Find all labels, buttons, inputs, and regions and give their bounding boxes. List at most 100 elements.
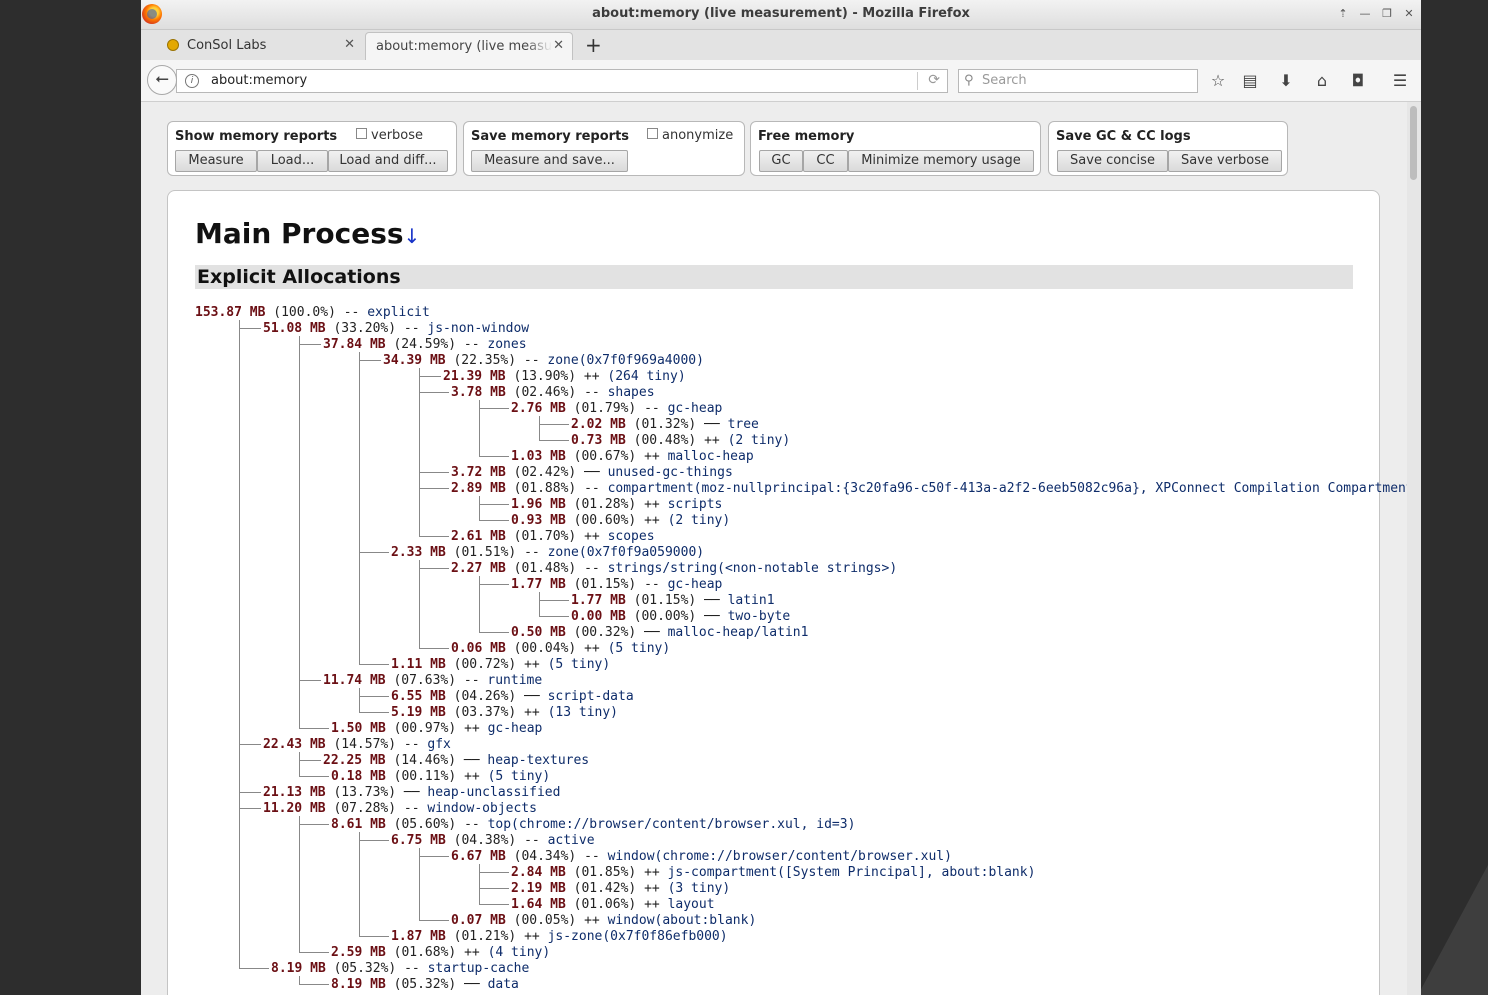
downloads-icon[interactable]: ⬇ (1275, 70, 1297, 92)
tree-row[interactable]: 0.93 MB (00.60%) ++ (2 tiny) (511, 513, 730, 529)
row-toggle[interactable]: -- (584, 481, 607, 496)
tree-row[interactable]: 22.43 MB (14.57%) -- gfx (263, 737, 451, 753)
measure-and-save-button[interactable]: Measure and save... (471, 150, 628, 172)
tree-row[interactable]: 1.96 MB (01.28%) ++ scripts (511, 497, 722, 513)
minimize-icon[interactable]: — (1357, 6, 1373, 22)
tab-about-memory[interactable]: about:memory (live measurement) ✕ (365, 32, 573, 60)
tree-row[interactable]: 1.64 MB (01.06%) ++ layout (511, 897, 715, 913)
row-toggle[interactable]: ++ (644, 897, 667, 912)
tree-row[interactable]: 11.74 MB (07.63%) -- runtime (323, 673, 542, 689)
tree-row[interactable]: 8.19 MB (05.32%) -- startup-cache (271, 961, 529, 977)
tree-row[interactable]: 3.72 MB (02.42%) ── unused-gc-things (451, 465, 733, 481)
row-toggle[interactable]: ++ (584, 913, 607, 928)
tree-row[interactable]: 2.89 MB (01.88%) -- compartment(moz-null… (451, 481, 1407, 497)
tab-consol-labs[interactable]: ConSol Labs ✕ (159, 32, 363, 60)
tree-row[interactable]: 1.11 MB (00.72%) ++ (5 tiny) (391, 657, 610, 673)
tree-row[interactable]: 153.87 MB (100.0%) -- explicit (195, 305, 430, 321)
row-toggle[interactable]: ++ (464, 945, 487, 960)
row-toggle[interactable]: -- (404, 321, 427, 336)
tree-row[interactable]: 0.07 MB (00.05%) ++ window(about:blank) (451, 913, 756, 929)
window-up-icon[interactable]: ⇡ (1335, 6, 1351, 22)
tree-row[interactable]: 1.77 MB (01.15%) -- gc-heap (511, 577, 722, 593)
row-toggle[interactable]: ++ (644, 881, 667, 896)
tree-row[interactable]: 2.84 MB (01.85%) ++ js-compartment([Syst… (511, 865, 1035, 881)
tree-row[interactable]: 6.67 MB (04.34%) -- window(chrome://brow… (451, 849, 952, 865)
row-toggle[interactable]: ++ (644, 865, 667, 880)
tree-row[interactable]: 0.73 MB (00.48%) ++ (2 tiny) (571, 433, 790, 449)
bookmark-star-icon[interactable]: ☆ (1207, 70, 1229, 92)
tree-row[interactable]: 1.87 MB (01.21%) ++ js-zone(0x7f0f86efb0… (391, 929, 728, 945)
row-toggle[interactable]: ++ (524, 929, 547, 944)
row-toggle[interactable]: ++ (524, 657, 547, 672)
row-toggle[interactable]: -- (584, 849, 607, 864)
row-toggle[interactable]: ++ (584, 641, 607, 656)
down-arrow-link-icon[interactable]: ↓ (404, 224, 421, 248)
tree-row[interactable]: 1.50 MB (00.97%) ++ gc-heap (331, 721, 542, 737)
pocket-icon[interactable]: ◘ (1347, 70, 1369, 92)
save-concise-button[interactable]: Save concise (1057, 150, 1168, 172)
close-window-icon[interactable]: ✕ (1401, 6, 1417, 22)
measure-button[interactable]: Measure (175, 150, 257, 172)
reload-icon[interactable]: ⟳ (928, 72, 940, 88)
row-toggle[interactable]: ++ (524, 705, 547, 720)
tree-row[interactable]: 51.08 MB (33.20%) -- js-non-window (263, 321, 529, 337)
tree-row[interactable]: 2.33 MB (01.51%) -- zone(0x7f0f9a059000) (391, 545, 704, 561)
load-button[interactable]: Load... (257, 150, 328, 172)
tree-row[interactable]: 6.55 MB (04.26%) ── script-data (391, 689, 634, 705)
row-toggle[interactable]: -- (644, 577, 667, 592)
tree-row[interactable]: 2.59 MB (01.68%) ++ (4 tiny) (331, 945, 550, 961)
row-toggle[interactable]: -- (524, 353, 547, 368)
row-toggle[interactable]: ++ (704, 433, 727, 448)
tree-row[interactable]: 21.39 MB (13.90%) ++ (264 tiny) (443, 369, 686, 385)
row-toggle[interactable]: ++ (644, 449, 667, 464)
new-tab-plus-icon[interactable]: + (585, 33, 602, 57)
scrollbar-thumb[interactable] (1410, 106, 1417, 180)
row-toggle[interactable]: -- (404, 961, 427, 976)
tree-row[interactable]: 0.18 MB (00.11%) ++ (5 tiny) (331, 769, 550, 785)
row-toggle[interactable]: -- (464, 817, 487, 832)
tree-row[interactable]: 3.78 MB (02.46%) -- shapes (451, 385, 655, 401)
anonymize-checkbox[interactable]: anonymize (647, 128, 733, 143)
url-text[interactable]: about:memory (211, 73, 307, 88)
row-toggle[interactable]: -- (464, 673, 487, 688)
tree-row[interactable]: 1.03 MB (00.67%) ++ malloc-heap (511, 449, 754, 465)
tree-row[interactable]: 5.19 MB (03.37%) ++ (13 tiny) (391, 705, 618, 721)
tree-row[interactable]: 8.19 MB (05.32%) ── data (331, 977, 519, 993)
row-toggle[interactable]: ++ (464, 721, 487, 736)
tree-row[interactable]: 8.61 MB (05.60%) -- top(chrome://browser… (331, 817, 855, 833)
close-tab-icon[interactable]: ✕ (344, 37, 355, 52)
tree-row[interactable]: 2.19 MB (01.42%) ++ (3 tiny) (511, 881, 730, 897)
row-toggle[interactable]: -- (464, 337, 487, 352)
row-toggle[interactable]: -- (584, 561, 607, 576)
tree-row[interactable]: 2.02 MB (01.32%) ── tree (571, 417, 759, 433)
row-toggle[interactable]: ++ (644, 497, 667, 512)
vertical-scrollbar[interactable] (1407, 102, 1421, 995)
row-toggle[interactable]: -- (584, 385, 607, 400)
back-arrow-icon[interactable]: ⭠ (147, 65, 177, 95)
row-toggle[interactable]: ++ (584, 369, 607, 384)
checkbox-box[interactable] (647, 128, 658, 139)
cc-button[interactable]: CC (803, 150, 848, 172)
hamburger-menu-icon[interactable]: ☰ (1389, 70, 1411, 92)
reading-list-icon[interactable]: ▤ (1239, 70, 1261, 92)
search-input[interactable]: ⚲ Search (958, 69, 1198, 93)
url-bar[interactable]: i about:memory ⟳ (176, 69, 948, 93)
gc-button[interactable]: GC (759, 150, 803, 172)
tree-row[interactable]: 0.00 MB (00.00%) ── two-byte (571, 609, 790, 625)
row-toggle[interactable]: ++ (464, 769, 487, 784)
row-toggle[interactable]: -- (344, 305, 367, 320)
tree-row[interactable]: 2.27 MB (01.48%) -- strings/string(<non-… (451, 561, 897, 577)
home-icon[interactable]: ⌂ (1311, 70, 1333, 92)
verbose-checkbox[interactable]: verbose (356, 128, 423, 143)
row-toggle[interactable]: -- (524, 833, 547, 848)
row-toggle[interactable]: ++ (584, 529, 607, 544)
row-toggle[interactable]: -- (404, 801, 427, 816)
tree-row[interactable]: 1.77 MB (01.15%) ── latin1 (571, 593, 775, 609)
info-icon[interactable]: i (185, 74, 199, 88)
close-tab-icon[interactable]: ✕ (553, 38, 564, 53)
tree-row[interactable]: 22.25 MB (14.46%) ── heap-textures (323, 753, 589, 769)
tree-row[interactable]: 21.13 MB (13.73%) ── heap-unclassified (263, 785, 560, 801)
row-toggle[interactable]: -- (404, 737, 427, 752)
tree-row[interactable]: 34.39 MB (22.35%) -- zone(0x7f0f969a4000… (383, 353, 704, 369)
load-and-diff-button[interactable]: Load and diff... (328, 150, 448, 172)
